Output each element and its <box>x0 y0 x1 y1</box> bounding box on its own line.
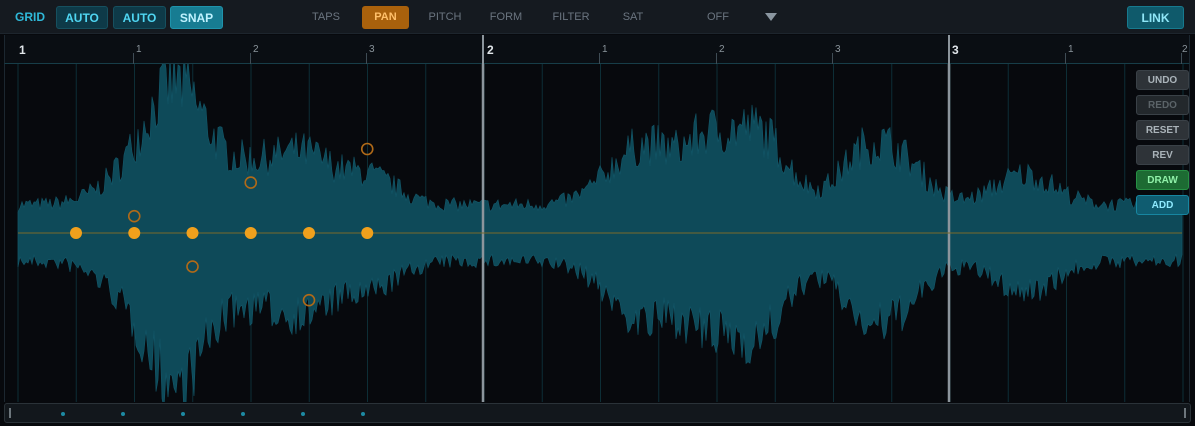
bar-tick <box>482 35 484 64</box>
grid-label: GRID <box>15 10 45 24</box>
redo-button[interactable]: REDO <box>1136 95 1189 115</box>
beat-number: 3 <box>835 44 841 55</box>
overview-tap-dot <box>361 412 365 416</box>
mode-tab-sat[interactable]: SAT <box>611 6 655 29</box>
beat-tick <box>599 53 600 64</box>
overview-tap-dot <box>61 412 65 416</box>
undo-button[interactable]: UNDO <box>1136 70 1189 90</box>
mode-tab-taps[interactable]: TAPS <box>302 6 350 29</box>
timeline-ruler[interactable]: 1 1 2 3 2 1 2 3 3 1 2 <box>4 35 1190 64</box>
tap-point[interactable] <box>70 227 82 239</box>
tap-point[interactable] <box>303 227 315 239</box>
draw-button[interactable]: DRAW <box>1136 170 1189 190</box>
tap-point[interactable] <box>128 227 141 239</box>
mode-tab-pitch[interactable]: PITCH <box>420 6 470 29</box>
beat-number: 1 <box>136 44 142 55</box>
scroll-handle-left[interactable] <box>9 408 11 418</box>
toolbar: GRID AUTO AUTO SNAP TAPS PAN PITCH FORM … <box>0 0 1195 34</box>
overview-tap-dot <box>121 412 125 416</box>
mode-tab-form[interactable]: FORM <box>483 6 529 29</box>
bar-number: 1 <box>19 43 26 57</box>
overview-tap-dot <box>181 412 185 416</box>
beat-tick <box>1065 53 1066 64</box>
beat-number: 1 <box>1068 44 1074 55</box>
beat-number: 2 <box>253 44 259 55</box>
tap-point[interactable] <box>361 227 374 239</box>
reverse-button[interactable]: REV <box>1136 145 1189 165</box>
beat-tick <box>250 53 251 64</box>
waveform-canvas[interactable] <box>4 64 1190 402</box>
off-toggle[interactable]: OFF <box>698 6 738 29</box>
tap-point[interactable] <box>244 227 257 239</box>
overview-tap-dot <box>301 412 305 416</box>
beat-tick <box>832 53 833 64</box>
mode-tab-pan[interactable]: PAN <box>362 6 409 29</box>
reset-button[interactable]: RESET <box>1136 120 1189 140</box>
beat-tick <box>366 53 367 64</box>
scroll-handle-right[interactable] <box>1184 408 1186 418</box>
beat-number: 2 <box>719 44 725 55</box>
link-button[interactable]: LINK <box>1127 6 1184 29</box>
mode-tab-filter[interactable]: FILTER <box>545 6 597 29</box>
overview-tap-dot <box>241 412 245 416</box>
bar-tick <box>948 35 950 64</box>
beat-tick <box>716 53 717 64</box>
snap-button[interactable]: SNAP <box>170 6 223 29</box>
auto-button-1[interactable]: AUTO <box>56 6 108 29</box>
beat-number: 3 <box>369 44 375 55</box>
beat-number: 2 <box>1182 44 1188 55</box>
overview-scrollbar[interactable] <box>4 403 1191 423</box>
tap-point[interactable] <box>186 227 199 239</box>
waveform-svg[interactable] <box>5 64 1191 402</box>
add-button[interactable]: ADD <box>1136 195 1189 215</box>
beat-tick <box>133 53 134 64</box>
auto-button-2[interactable]: AUTO <box>113 6 166 29</box>
bar-number: 2 <box>487 43 494 57</box>
triangle-down-icon[interactable] <box>765 13 777 21</box>
beat-number: 1 <box>602 44 608 55</box>
bar-number: 3 <box>952 43 959 57</box>
